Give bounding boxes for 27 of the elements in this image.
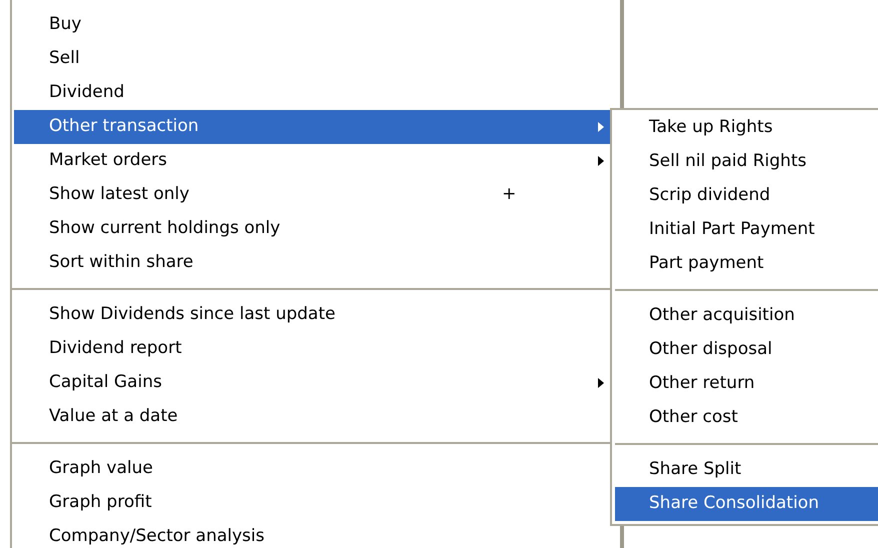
menu-item[interactable]: Capital Gains [14, 366, 610, 400]
menu-item[interactable]: Sell nil paid Rights [615, 145, 878, 179]
menu-item[interactable]: Dividend [14, 76, 610, 110]
menu-item[interactable]: Market orders [14, 144, 610, 178]
menu-item[interactable]: Scrip dividend [615, 179, 878, 213]
menu-item[interactable]: Other disposal [615, 333, 878, 367]
menu-item[interactable]: Show latest only + [14, 178, 610, 212]
menu-item[interactable]: Dividend report [14, 332, 610, 366]
menu-item[interactable]: Initial Part Payment [615, 213, 878, 247]
menu-item[interactable]: Sort within share [14, 246, 610, 280]
menu-item[interactable]: Buy [14, 8, 610, 42]
menu-item[interactable]: Other cost [615, 401, 878, 435]
menu-item[interactable]: Show Dividends since last update [14, 298, 610, 332]
menu-item[interactable]: Company/Sector analysis [14, 520, 610, 548]
menu-item[interactable]: Show current holdings only [14, 212, 610, 246]
menu-item[interactable]: Part payment [615, 247, 878, 281]
menu-item[interactable]: Other return [615, 367, 878, 401]
menu-item[interactable]: Sell [14, 42, 610, 76]
menu-item[interactable]: Other acquisition [615, 299, 878, 333]
menu-item[interactable]: Graph profit [14, 486, 610, 520]
menu-item[interactable]: Take up Rights [615, 111, 878, 145]
menu-item[interactable]: Value at a date [14, 400, 610, 434]
menu-item[interactable]: Other transaction [14, 110, 610, 144]
menu-item[interactable]: Share Consolidation [615, 487, 878, 521]
menu-item[interactable]: Share Split [615, 453, 878, 487]
menu-item[interactable]: Graph value [14, 452, 610, 486]
shortcut-text: + [502, 183, 516, 206]
